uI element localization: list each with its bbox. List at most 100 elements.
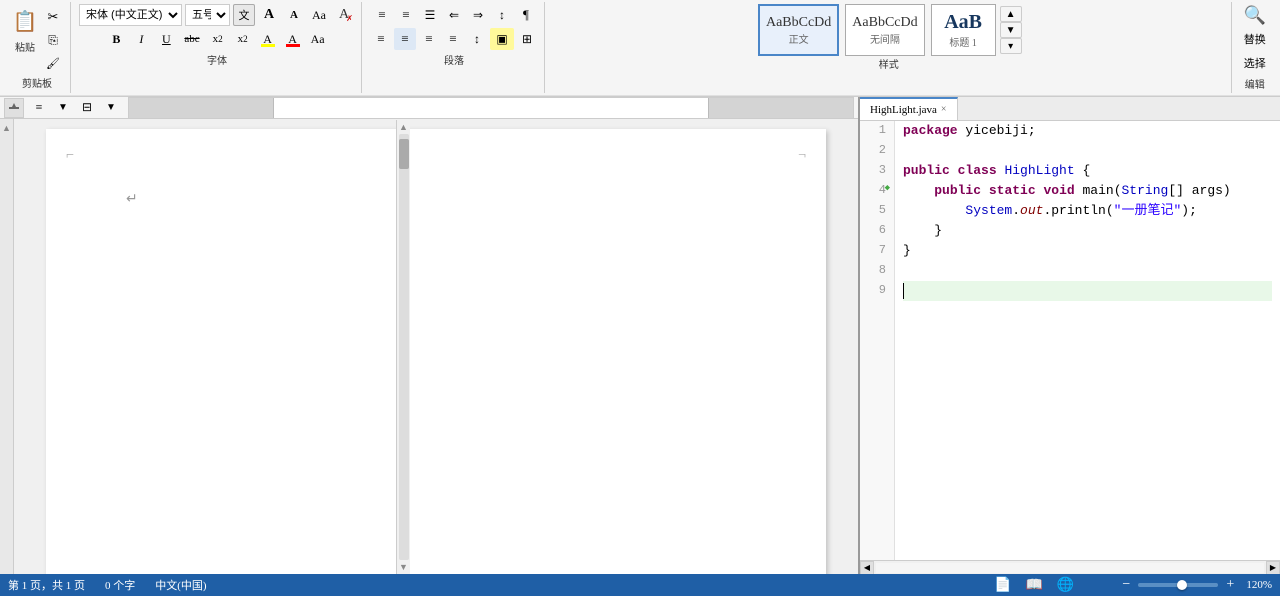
vertical-scrollbar[interactable]: ▲ ▼: [396, 120, 410, 574]
underline-button[interactable]: U: [155, 28, 177, 50]
document-content[interactable]: ↵: [126, 189, 746, 569]
sp-4b: [1036, 181, 1044, 202]
grow-font-button[interactable]: A: [258, 4, 280, 26]
decrease-indent-button[interactable]: ⇐: [443, 4, 465, 26]
style-heading1-label: 标题 1: [949, 34, 977, 49]
align-left-button[interactable]: ≡: [370, 28, 392, 50]
enter-symbol: ↵: [126, 189, 746, 210]
bullets-button[interactable]: ≡: [371, 4, 393, 26]
java-tab-close-btn[interactable]: ×: [941, 104, 947, 115]
paragraph-label: 段落: [442, 52, 466, 67]
java-bottom-scrollbar[interactable]: ◀ ▶: [860, 560, 1280, 574]
ruler-area: ≡ ▼ ⊟ ▼: [0, 97, 858, 119]
font-name-select[interactable]: 宋体 (中文正文): [79, 4, 182, 26]
justify-button[interactable]: ≡: [442, 28, 464, 50]
indent-level-btn[interactable]: ⊟: [76, 97, 98, 119]
change-case-button[interactable]: Aa: [308, 4, 330, 26]
scroll-up-btn[interactable]: ▲: [399, 122, 408, 132]
java-code-area[interactable]: 1 2 3 4◆ 5 6 7 8 9 package yicebiji;: [860, 121, 1280, 560]
char-count-text: 0 个字: [105, 577, 135, 593]
document-page[interactable]: ⌐ ¬ └ ┘ ↵: [46, 129, 826, 574]
code-line-5[interactable]: System . out .println( "一册笔记" );: [903, 201, 1272, 221]
scroll-thumb[interactable]: [399, 139, 409, 169]
font-color-button[interactable]: A: [282, 28, 304, 50]
list-dropdown[interactable]: ▼: [52, 97, 74, 119]
multilevel-button[interactable]: ☰: [419, 4, 441, 26]
shading-fill-button[interactable]: ▣: [490, 28, 514, 50]
kw-public-4: public: [934, 181, 981, 202]
indent-level-dropdown[interactable]: ▼: [100, 97, 122, 119]
clipboard-group: 📋 粘贴 ✂ ⎘ 🖌 剪贴板: [4, 2, 71, 93]
list-style-btn[interactable]: ≡: [28, 97, 50, 119]
increase-indent-button[interactable]: ⇒: [467, 4, 489, 26]
styles-scroll-up[interactable]: ▲: [1000, 6, 1022, 22]
code-line-7[interactable]: }: [903, 241, 1272, 261]
web-view-btn[interactable]: 🌐: [1053, 574, 1078, 596]
italic-button[interactable]: I: [130, 28, 152, 50]
styles-expand[interactable]: ▾: [1000, 38, 1022, 54]
code-line-6[interactable]: }: [903, 221, 1272, 241]
styles-scroll-down[interactable]: ▼: [1000, 22, 1022, 38]
code-line-3[interactable]: public class HighLight {: [903, 161, 1272, 181]
bold-button[interactable]: B: [105, 28, 127, 50]
shrink-font-button[interactable]: A: [283, 4, 305, 26]
wen-special-button[interactable]: 文: [233, 4, 255, 26]
zoom-thumb[interactable]: [1177, 580, 1187, 590]
scroll-track-h[interactable]: [876, 563, 1264, 573]
zoom-slider[interactable]: [1138, 583, 1218, 587]
code-line-2[interactable]: [903, 141, 1272, 161]
scroll-right-btn[interactable]: ▶: [1266, 561, 1280, 575]
cut-button[interactable]: ✂: [42, 6, 64, 28]
numbering-button[interactable]: ≡: [395, 4, 417, 26]
replace-button[interactable]: 替换: [1240, 28, 1270, 50]
superscript-button[interactable]: x2: [232, 28, 254, 50]
text-highlight-button[interactable]: A: [257, 28, 279, 50]
borders-button[interactable]: ⊞: [516, 28, 538, 50]
paste-button[interactable]: 📋: [10, 4, 40, 38]
ruler-toggle[interactable]: [4, 98, 24, 118]
font-size-select[interactable]: 五号: [185, 4, 230, 26]
format-painter-button[interactable]: 🖌: [42, 52, 64, 74]
copy-button[interactable]: ⎘: [42, 29, 64, 51]
find-button[interactable]: 🔍: [1240, 4, 1270, 26]
align-center-button[interactable]: ≡: [394, 28, 416, 50]
scroll-left-btn[interactable]: ◀: [860, 561, 874, 575]
strikethrough-button[interactable]: abc: [180, 28, 203, 50]
show-marks-button[interactable]: ¶: [515, 4, 537, 26]
style-heading1[interactable]: AaB 标题 1: [931, 4, 996, 56]
code-line-4[interactable]: public static void main( String [] args): [903, 181, 1272, 201]
code-5b: .println(: [1043, 201, 1113, 222]
code-line-8[interactable]: [903, 261, 1272, 281]
main-area: ≡ ▼ ⊟ ▼ ▲: [0, 97, 1280, 574]
code-4d: [] args): [1168, 181, 1230, 202]
toolbar-row-1: 📋 粘贴 ✂ ⎘ 🖌 剪贴板 宋体 (中文正文) 五号 文: [0, 0, 1280, 96]
zoom-in-btn[interactable]: +: [1222, 577, 1238, 593]
select-button[interactable]: 选择: [1240, 52, 1270, 74]
code-line-1[interactable]: package yicebiji;: [903, 121, 1272, 141]
clear-format-button[interactable]: A✗: [333, 4, 355, 26]
code-content[interactable]: package yicebiji; public class HighLight…: [895, 121, 1280, 560]
style-normal[interactable]: AaBbCcDd 正文: [758, 4, 839, 56]
align-right-button[interactable]: ≡: [418, 28, 440, 50]
paste-label: 粘贴: [13, 39, 37, 54]
styles-label: 样式: [877, 56, 901, 71]
clipboard-label: 剪贴板: [20, 75, 54, 90]
scroll-down-btn[interactable]: ▼: [399, 562, 408, 572]
subscript-button[interactable]: x2: [207, 28, 229, 50]
print-view-btn[interactable]: 📄: [990, 574, 1015, 596]
scroll-track[interactable]: [399, 134, 409, 560]
sort-button[interactable]: ↕: [491, 4, 513, 26]
line-spacing-button[interactable]: ↕: [466, 28, 488, 50]
code-line-9[interactable]: [903, 281, 1272, 301]
shading-button[interactable]: Aa: [307, 28, 329, 50]
language-text: 中文(中国): [155, 577, 206, 593]
java-tab-title: HighLight.java: [870, 104, 937, 116]
editor-scroll[interactable]: ▲ ⌐ ¬ └ ┘ ↵: [0, 119, 858, 574]
kw-public-3: public: [903, 161, 950, 182]
zoom-out-btn[interactable]: −: [1118, 577, 1134, 593]
java-file-tab[interactable]: HighLight.java ×: [860, 97, 958, 120]
word-editor: ≡ ▼ ⊟ ▼ ▲: [0, 97, 860, 574]
dot-5: .: [1012, 201, 1020, 222]
full-read-btn[interactable]: 📖: [1021, 574, 1046, 596]
style-nospace[interactable]: AaBbCcDd 无间隔: [845, 4, 924, 56]
